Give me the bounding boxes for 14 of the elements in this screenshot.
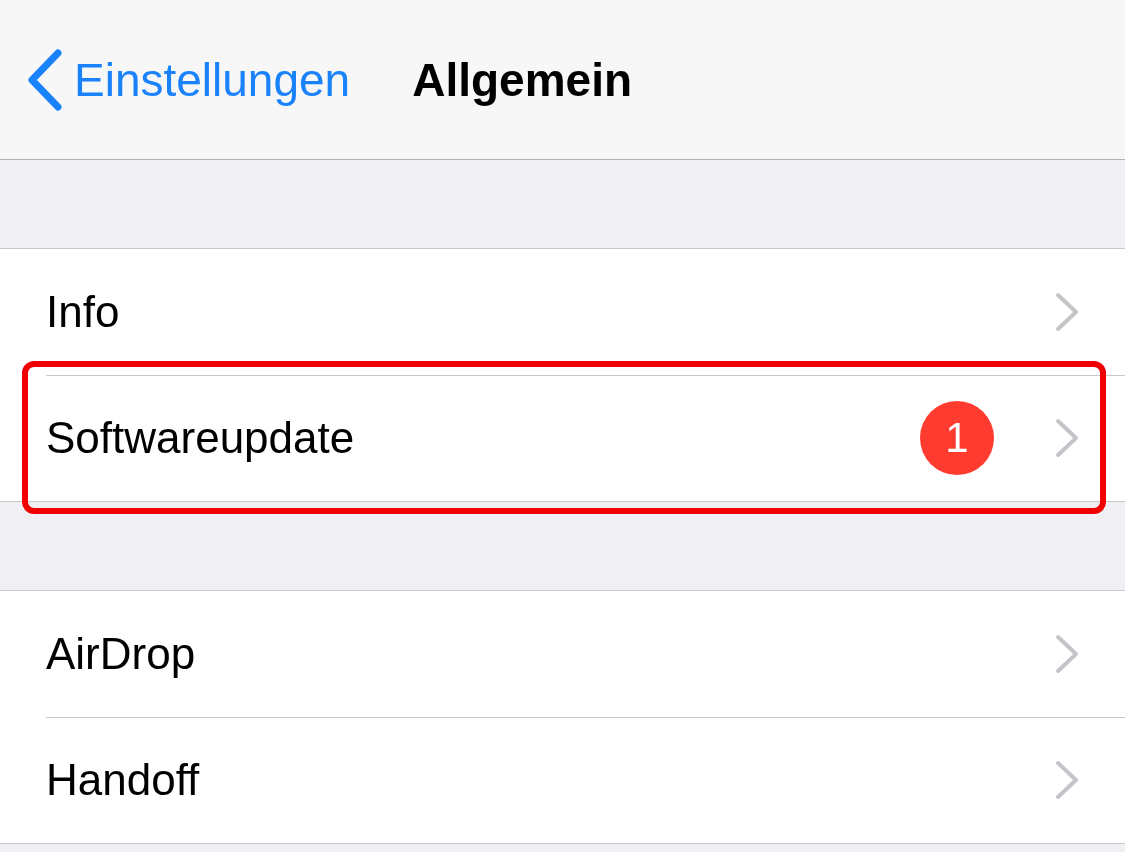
row-label: AirDrop — [46, 629, 197, 679]
settings-row[interactable]: Handoff — [0, 717, 1125, 843]
chevron-icon — [1054, 634, 1080, 674]
row-label: Info — [46, 287, 121, 337]
nav-title: Allgemein — [412, 52, 633, 107]
settings-row[interactable]: Softwareupdate 1 — [0, 375, 1125, 501]
notification-badge: 1 — [920, 401, 994, 475]
chevron-icon — [1054, 760, 1080, 800]
row-label: Softwareupdate — [46, 413, 356, 463]
chevron-icon — [1054, 418, 1080, 458]
settings-row[interactable]: Info — [0, 249, 1125, 375]
settings-row[interactable]: AirDrop — [0, 591, 1125, 717]
chevron-icon — [1054, 292, 1080, 332]
row-label: Handoff — [46, 755, 201, 805]
